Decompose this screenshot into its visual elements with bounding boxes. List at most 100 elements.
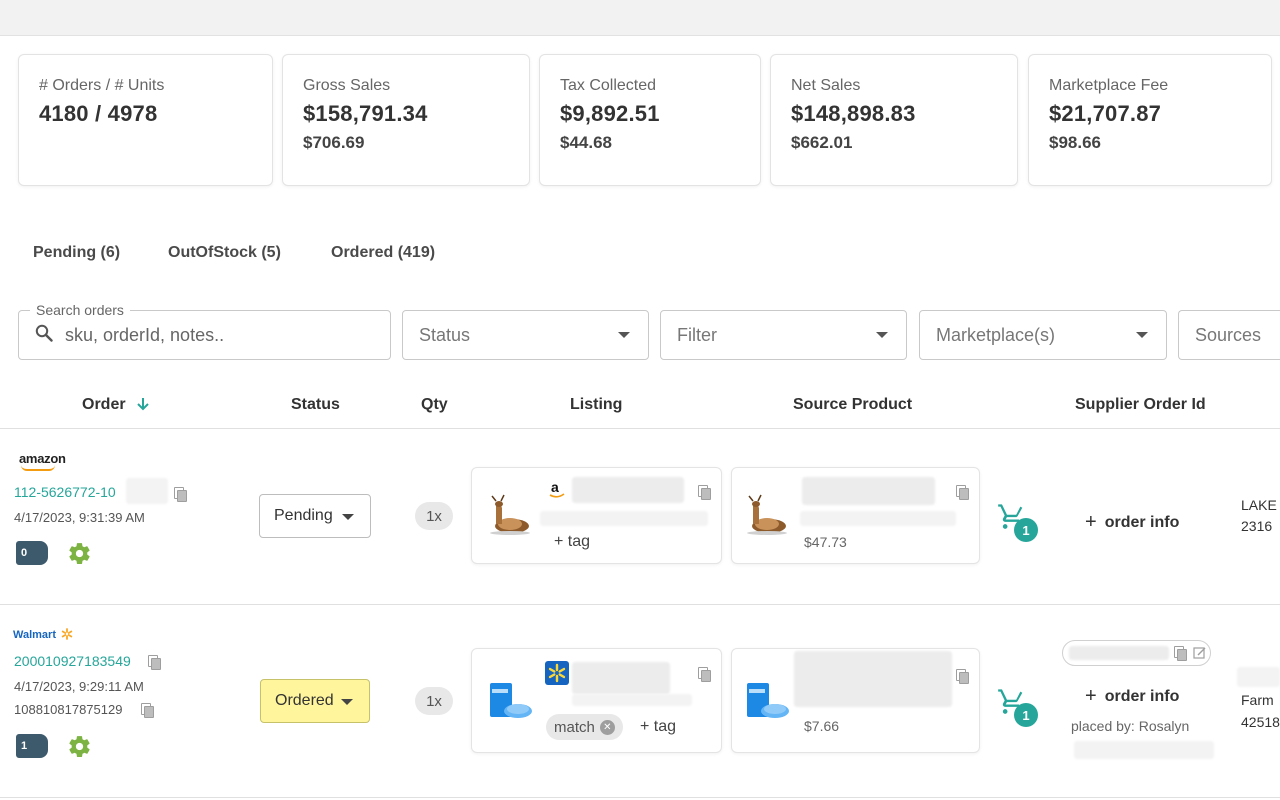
sources-label: Sources bbox=[1195, 324, 1262, 345]
stat-card-gross-sales: Gross Sales $158,791.34 $706.69 bbox=[282, 54, 530, 186]
amazon-icon: a bbox=[549, 480, 565, 498]
address-line-1: LAKE bbox=[1241, 497, 1277, 513]
copy-icon[interactable] bbox=[956, 485, 969, 500]
add-tag-button[interactable]: + tag bbox=[554, 533, 590, 551]
redacted-text bbox=[1237, 667, 1280, 687]
svg-text:a: a bbox=[551, 480, 559, 495]
stat-label: Tax Collected bbox=[560, 77, 657, 94]
chevron-down-icon bbox=[1136, 332, 1148, 338]
amazon-logo: amazon bbox=[19, 451, 66, 471]
cart-count-badge: 1 bbox=[1014, 703, 1038, 727]
filter-select[interactable]: Filter bbox=[660, 310, 907, 360]
source-price: $7.66 bbox=[804, 718, 840, 734]
row-divider bbox=[0, 604, 1280, 605]
copy-icon[interactable] bbox=[698, 485, 711, 500]
column-header-supplier-order-id[interactable]: Supplier Order Id bbox=[1075, 396, 1206, 414]
column-header-listing[interactable]: Listing bbox=[570, 396, 622, 414]
redacted-text bbox=[572, 477, 684, 503]
top-bar bbox=[0, 0, 1280, 36]
plus-icon: + bbox=[1085, 511, 1097, 533]
status-filter-label: Status bbox=[419, 324, 471, 345]
stat-card-marketplace-fee: Marketplace Fee $21,707.87 $98.66 bbox=[1028, 54, 1272, 186]
column-header-source-product[interactable]: Source Product bbox=[793, 396, 912, 414]
stat-sub-value: $98.66 bbox=[1049, 133, 1101, 152]
match-chip[interactable]: match ✕ bbox=[546, 714, 623, 740]
search-label: Search orders bbox=[30, 302, 130, 318]
copy-icon[interactable] bbox=[956, 669, 969, 684]
stat-sub-value: $706.69 bbox=[303, 133, 365, 152]
redacted-text bbox=[1069, 646, 1169, 660]
column-header-status[interactable]: Status bbox=[291, 396, 340, 414]
listing-card: a + tag bbox=[471, 467, 722, 564]
redacted-text bbox=[1074, 741, 1214, 759]
copy-icon[interactable] bbox=[1174, 646, 1187, 661]
plus-icon: + bbox=[1085, 685, 1097, 707]
edit-icon[interactable] bbox=[1193, 646, 1207, 660]
product-image bbox=[490, 494, 530, 535]
stat-label: Gross Sales bbox=[303, 77, 391, 94]
tag-icon[interactable]: 1 bbox=[16, 734, 48, 758]
add-tag-button[interactable]: + tag bbox=[640, 718, 676, 736]
stat-label: Marketplace Fee bbox=[1049, 77, 1169, 94]
close-icon[interactable]: ✕ bbox=[599, 719, 615, 735]
redacted-text bbox=[802, 477, 935, 505]
source-price: $47.73 bbox=[804, 534, 847, 550]
sources-select[interactable]: Sources bbox=[1178, 310, 1280, 360]
order-id-link[interactable]: 200010927183549 bbox=[14, 653, 131, 669]
marketplace-select[interactable]: Marketplace(s) bbox=[919, 310, 1167, 360]
chevron-down-icon bbox=[876, 332, 888, 338]
header-divider bbox=[0, 428, 1280, 429]
gear-icon[interactable] bbox=[67, 734, 92, 764]
source-product-card: $7.66 bbox=[731, 648, 980, 753]
sort-arrow-down-icon bbox=[136, 397, 150, 416]
stat-label: Net Sales bbox=[791, 77, 861, 94]
marketplace-label: Marketplace(s) bbox=[936, 324, 1056, 345]
product-image bbox=[747, 683, 789, 718]
filter-label: Filter bbox=[677, 324, 717, 345]
status-filter-select[interactable]: Status bbox=[402, 310, 649, 360]
product-image bbox=[747, 494, 787, 535]
status-dropdown[interactable]: Pending bbox=[259, 494, 371, 538]
tab-pending[interactable]: Pending (6) bbox=[33, 244, 120, 262]
redacted-text bbox=[572, 662, 670, 694]
copy-icon[interactable] bbox=[174, 487, 187, 502]
placed-by-text: placed by: Rosalyn bbox=[1071, 718, 1190, 734]
stat-value: $9,892.51 bbox=[560, 101, 660, 126]
column-header-order[interactable]: Order bbox=[82, 396, 150, 416]
chevron-down-icon bbox=[618, 332, 630, 338]
gear-icon[interactable] bbox=[67, 541, 92, 571]
product-image bbox=[490, 683, 532, 718]
secondary-order-id: 108810817875129 bbox=[14, 702, 123, 717]
stat-sub-value: $662.01 bbox=[791, 133, 853, 152]
stat-value: $148,898.83 bbox=[791, 101, 916, 126]
stat-value: $158,791.34 bbox=[303, 101, 428, 126]
search-placeholder: sku, orderId, notes.. bbox=[65, 324, 225, 345]
listing-card: match ✕ + tag bbox=[471, 648, 722, 753]
copy-icon[interactable] bbox=[698, 667, 711, 682]
redacted-text bbox=[800, 511, 956, 526]
add-order-info-button[interactable]: + order info bbox=[1085, 510, 1179, 533]
stat-value: 4180 / 4978 bbox=[39, 101, 158, 126]
address-line-2: 2316 bbox=[1241, 518, 1273, 534]
column-header-qty[interactable]: Qty bbox=[421, 396, 448, 414]
walmart-icon bbox=[545, 661, 569, 685]
stat-card-net-sales: Net Sales $148,898.83 $662.01 bbox=[770, 54, 1018, 186]
tab-outofstock[interactable]: OutOfStock (5) bbox=[168, 244, 281, 262]
copy-icon[interactable] bbox=[141, 703, 154, 718]
chevron-down-icon bbox=[341, 699, 353, 705]
address-line-2: 42518 bbox=[1241, 714, 1280, 730]
source-product-card: $47.73 bbox=[731, 467, 980, 564]
stat-value: $21,707.87 bbox=[1049, 101, 1162, 126]
chevron-down-icon bbox=[342, 514, 354, 520]
order-date: 4/17/2023, 9:31:39 AM bbox=[14, 510, 145, 525]
copy-icon[interactable] bbox=[148, 655, 161, 670]
add-order-info-button[interactable]: + order info bbox=[1085, 684, 1179, 707]
order-id-link[interactable]: 112-5626772-10 bbox=[14, 484, 116, 500]
stat-sub-value: $44.68 bbox=[560, 133, 612, 152]
supplier-order-id-field[interactable] bbox=[1062, 640, 1211, 666]
tag-icon[interactable]: 0 bbox=[16, 541, 48, 565]
redacted-text bbox=[126, 478, 168, 504]
status-dropdown[interactable]: Ordered bbox=[260, 679, 370, 723]
search-icon bbox=[35, 324, 53, 347]
tab-ordered[interactable]: Ordered (419) bbox=[331, 244, 435, 262]
